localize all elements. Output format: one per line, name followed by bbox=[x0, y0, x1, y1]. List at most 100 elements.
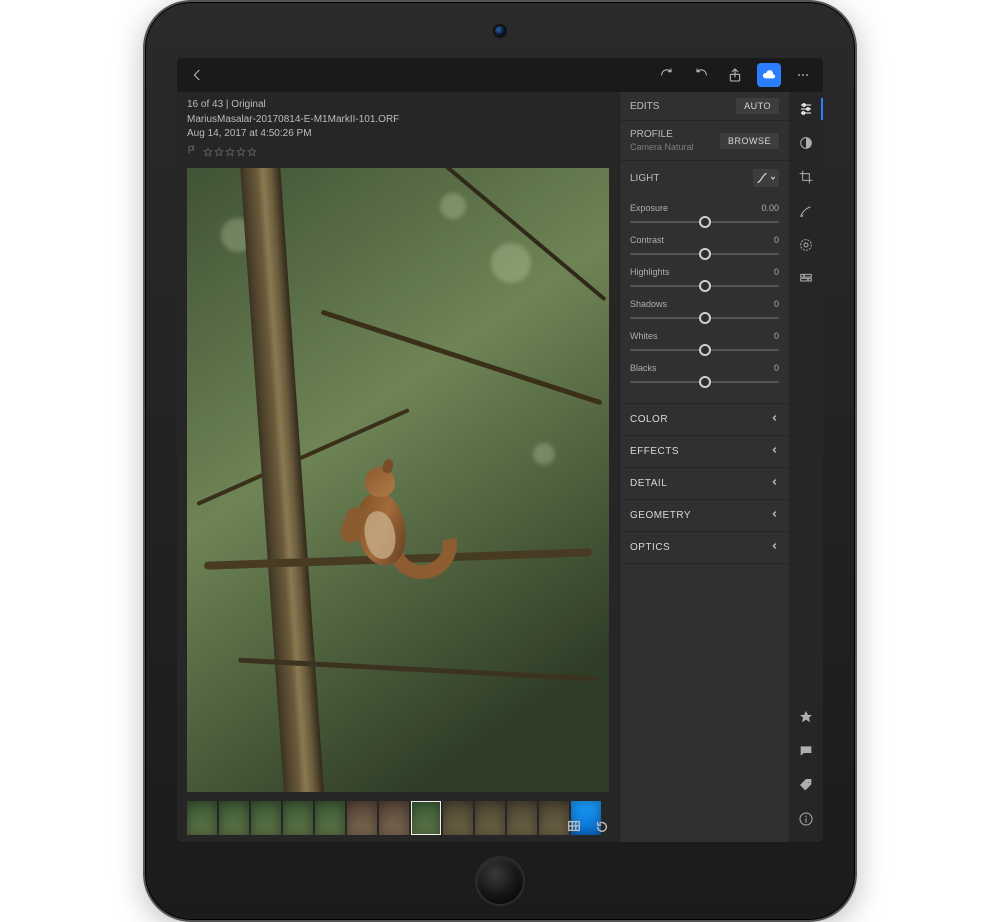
rating-stars[interactable] bbox=[203, 147, 257, 157]
chevron-left-icon bbox=[771, 478, 779, 489]
slider-knob[interactable] bbox=[699, 312, 711, 324]
ipad-home-button bbox=[477, 858, 523, 904]
more-button[interactable] bbox=[791, 63, 815, 87]
filmstrip-grid-icon[interactable] bbox=[567, 819, 581, 838]
radial-tool-icon[interactable] bbox=[797, 236, 815, 254]
slider-track[interactable] bbox=[630, 377, 779, 387]
slider-knob[interactable] bbox=[699, 376, 711, 388]
section-effects[interactable]: EFFECTS bbox=[620, 436, 789, 468]
slider-label: Contrast bbox=[630, 235, 664, 245]
profile-label: PROFILE bbox=[630, 129, 694, 140]
slider-value: 0 bbox=[774, 331, 779, 341]
section-optics[interactable]: OPTICS bbox=[620, 532, 789, 564]
photo-counter: 16 of 43 | Original bbox=[187, 98, 609, 113]
crop-tool-icon[interactable] bbox=[797, 168, 815, 186]
thumbnail[interactable] bbox=[187, 801, 217, 835]
tag-icon[interactable] bbox=[797, 776, 815, 794]
section-label: EFFECTS bbox=[630, 446, 679, 457]
light-label: LIGHT bbox=[630, 173, 659, 184]
photo-datetime: Aug 14, 2017 at 4:50:26 PM bbox=[187, 127, 609, 142]
slider-label: Highlights bbox=[630, 267, 670, 277]
photo-column: 16 of 43 | Original MariusMasalar-201708… bbox=[177, 92, 619, 842]
undo-button[interactable] bbox=[689, 63, 713, 87]
slider-track[interactable] bbox=[630, 249, 779, 259]
profile-row: PROFILE Camera Natural BROWSE bbox=[620, 121, 789, 161]
section-color[interactable]: COLOR bbox=[620, 404, 789, 436]
slider-value: 0 bbox=[774, 267, 779, 277]
thumbnail[interactable] bbox=[315, 801, 345, 835]
filmstrip[interactable] bbox=[177, 798, 619, 842]
slider-track[interactable] bbox=[630, 345, 779, 355]
ipad-frame: 16 of 43 | Original MariusMasalar-201708… bbox=[143, 0, 857, 922]
tool-rail bbox=[789, 92, 823, 842]
slider-track[interactable] bbox=[630, 313, 779, 323]
slider-contrast[interactable]: Contrast 0 bbox=[630, 235, 779, 259]
presets-tool-icon[interactable] bbox=[797, 270, 815, 288]
tone-curve-button[interactable] bbox=[753, 169, 779, 187]
thumbnail[interactable] bbox=[283, 801, 313, 835]
browse-button[interactable]: BROWSE bbox=[720, 133, 779, 149]
comment-icon[interactable] bbox=[797, 742, 815, 760]
slider-knob[interactable] bbox=[699, 216, 711, 228]
back-button[interactable] bbox=[185, 63, 209, 87]
slider-highlights[interactable]: Highlights 0 bbox=[630, 267, 779, 291]
chevron-left-icon bbox=[771, 446, 779, 457]
chevron-left-icon bbox=[771, 414, 779, 425]
slider-value: 0.00 bbox=[761, 203, 779, 213]
thumbnail-selected[interactable] bbox=[411, 801, 441, 835]
active-tool-indicator bbox=[821, 98, 823, 120]
thumbnail[interactable] bbox=[219, 801, 249, 835]
section-geometry[interactable]: GEOMETRY bbox=[620, 500, 789, 532]
slider-value: 0 bbox=[774, 363, 779, 373]
photo-metadata: 16 of 43 | Original MariusMasalar-201708… bbox=[177, 92, 619, 164]
slider-label: Whites bbox=[630, 331, 658, 341]
thumbnail[interactable] bbox=[539, 801, 569, 835]
star-icon[interactable] bbox=[797, 708, 815, 726]
slider-track[interactable] bbox=[630, 217, 779, 227]
cloud-sync-button[interactable] bbox=[757, 63, 781, 87]
light-header[interactable]: LIGHT bbox=[620, 161, 789, 195]
share-button[interactable] bbox=[723, 63, 747, 87]
section-detail[interactable]: DETAIL bbox=[620, 468, 789, 500]
section-label: GEOMETRY bbox=[630, 510, 691, 521]
section-label: DETAIL bbox=[630, 478, 667, 489]
info-icon[interactable] bbox=[797, 810, 815, 828]
slider-whites[interactable]: Whites 0 bbox=[630, 331, 779, 355]
thumbnail[interactable] bbox=[379, 801, 409, 835]
thumbnail[interactable] bbox=[251, 801, 281, 835]
thumbnail[interactable] bbox=[507, 801, 537, 835]
redo-button[interactable] bbox=[655, 63, 679, 87]
edits-row: EDITS AUTO bbox=[620, 92, 789, 121]
slider-blacks[interactable]: Blacks 0 bbox=[630, 363, 779, 387]
thumbnail[interactable] bbox=[347, 801, 377, 835]
slider-knob[interactable] bbox=[699, 248, 711, 260]
slider-shadows[interactable]: Shadows 0 bbox=[630, 299, 779, 323]
split-tone-tool-icon[interactable] bbox=[797, 134, 815, 152]
section-label: COLOR bbox=[630, 414, 668, 425]
filmstrip-reset-icon[interactable] bbox=[595, 819, 609, 838]
app-screen: 16 of 43 | Original MariusMasalar-201708… bbox=[177, 58, 823, 842]
slider-label: Blacks bbox=[630, 363, 657, 373]
brush-tool-icon[interactable] bbox=[797, 202, 815, 220]
thumbnail[interactable] bbox=[443, 801, 473, 835]
edit-panel: EDITS AUTO PROFILE Camera Natural BROWSE… bbox=[619, 92, 789, 842]
profile-value: Camera Natural bbox=[630, 142, 694, 152]
light-sliders: Exposure 0.00 Contrast 0 Highlights 0 Shadows 0… bbox=[620, 195, 789, 404]
slider-knob[interactable] bbox=[699, 280, 711, 292]
chevron-left-icon bbox=[771, 510, 779, 521]
thumbnail[interactable] bbox=[475, 801, 505, 835]
slider-label: Shadows bbox=[630, 299, 667, 309]
adjust-tool-icon[interactable] bbox=[797, 100, 815, 118]
photo-filename: MariusMasalar-20170814-E-M1MarkII-101.OR… bbox=[187, 113, 609, 128]
slider-value: 0 bbox=[774, 299, 779, 309]
slider-value: 0 bbox=[774, 235, 779, 245]
slider-knob[interactable] bbox=[699, 344, 711, 356]
slider-exposure[interactable]: Exposure 0.00 bbox=[630, 203, 779, 227]
slider-track[interactable] bbox=[630, 281, 779, 291]
edits-label: EDITS bbox=[630, 101, 659, 112]
top-bar bbox=[177, 58, 823, 92]
flag-icon[interactable] bbox=[187, 145, 197, 161]
auto-button[interactable]: AUTO bbox=[736, 98, 779, 114]
slider-label: Exposure bbox=[630, 203, 668, 213]
main-photo[interactable] bbox=[187, 168, 609, 792]
